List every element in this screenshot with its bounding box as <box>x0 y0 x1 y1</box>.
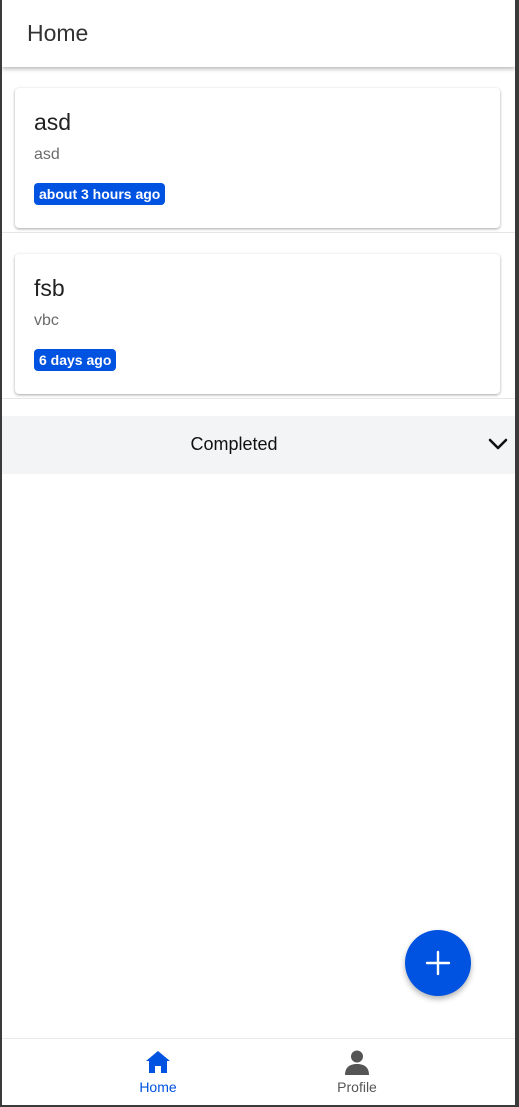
nav-label-home: Home <box>139 1079 177 1095</box>
time-badge: 6 days ago <box>34 349 117 371</box>
person-icon <box>345 1050 369 1075</box>
chevron-down-icon <box>488 438 508 450</box>
completed-section-label: Completed <box>190 434 278 454</box>
app-frame: Home asd asd about 3 hours ago fsb vbc 6… <box>2 0 515 1105</box>
task-description: vbc <box>34 312 59 329</box>
home-icon <box>146 1051 170 1073</box>
list-item: asd asd about 3 hours ago <box>2 67 515 233</box>
nav-item-profile[interactable]: Profile <box>297 1039 417 1105</box>
nav-item-home[interactable]: Home <box>98 1039 218 1105</box>
app-bar: Home <box>2 0 515 67</box>
task-list: asd asd about 3 hours ago fsb vbc 6 days… <box>2 67 515 399</box>
page-title: Home <box>27 20 89 46</box>
completed-section-header[interactable]: Completed <box>2 416 515 474</box>
time-badge: about 3 hours ago <box>34 183 166 205</box>
task-title: fsb <box>34 275 65 301</box>
list-item: fsb vbc 6 days ago <box>2 233 515 399</box>
add-task-button[interactable] <box>405 930 471 996</box>
task-title: asd <box>34 109 72 135</box>
plus-icon <box>425 950 451 976</box>
task-description: asd <box>34 146 60 163</box>
bottom-navigation: Home Profile <box>2 1038 515 1105</box>
task-card[interactable]: asd asd about 3 hours ago <box>15 88 500 228</box>
task-card[interactable]: fsb vbc 6 days ago <box>15 254 500 394</box>
nav-label-profile: Profile <box>337 1079 377 1095</box>
